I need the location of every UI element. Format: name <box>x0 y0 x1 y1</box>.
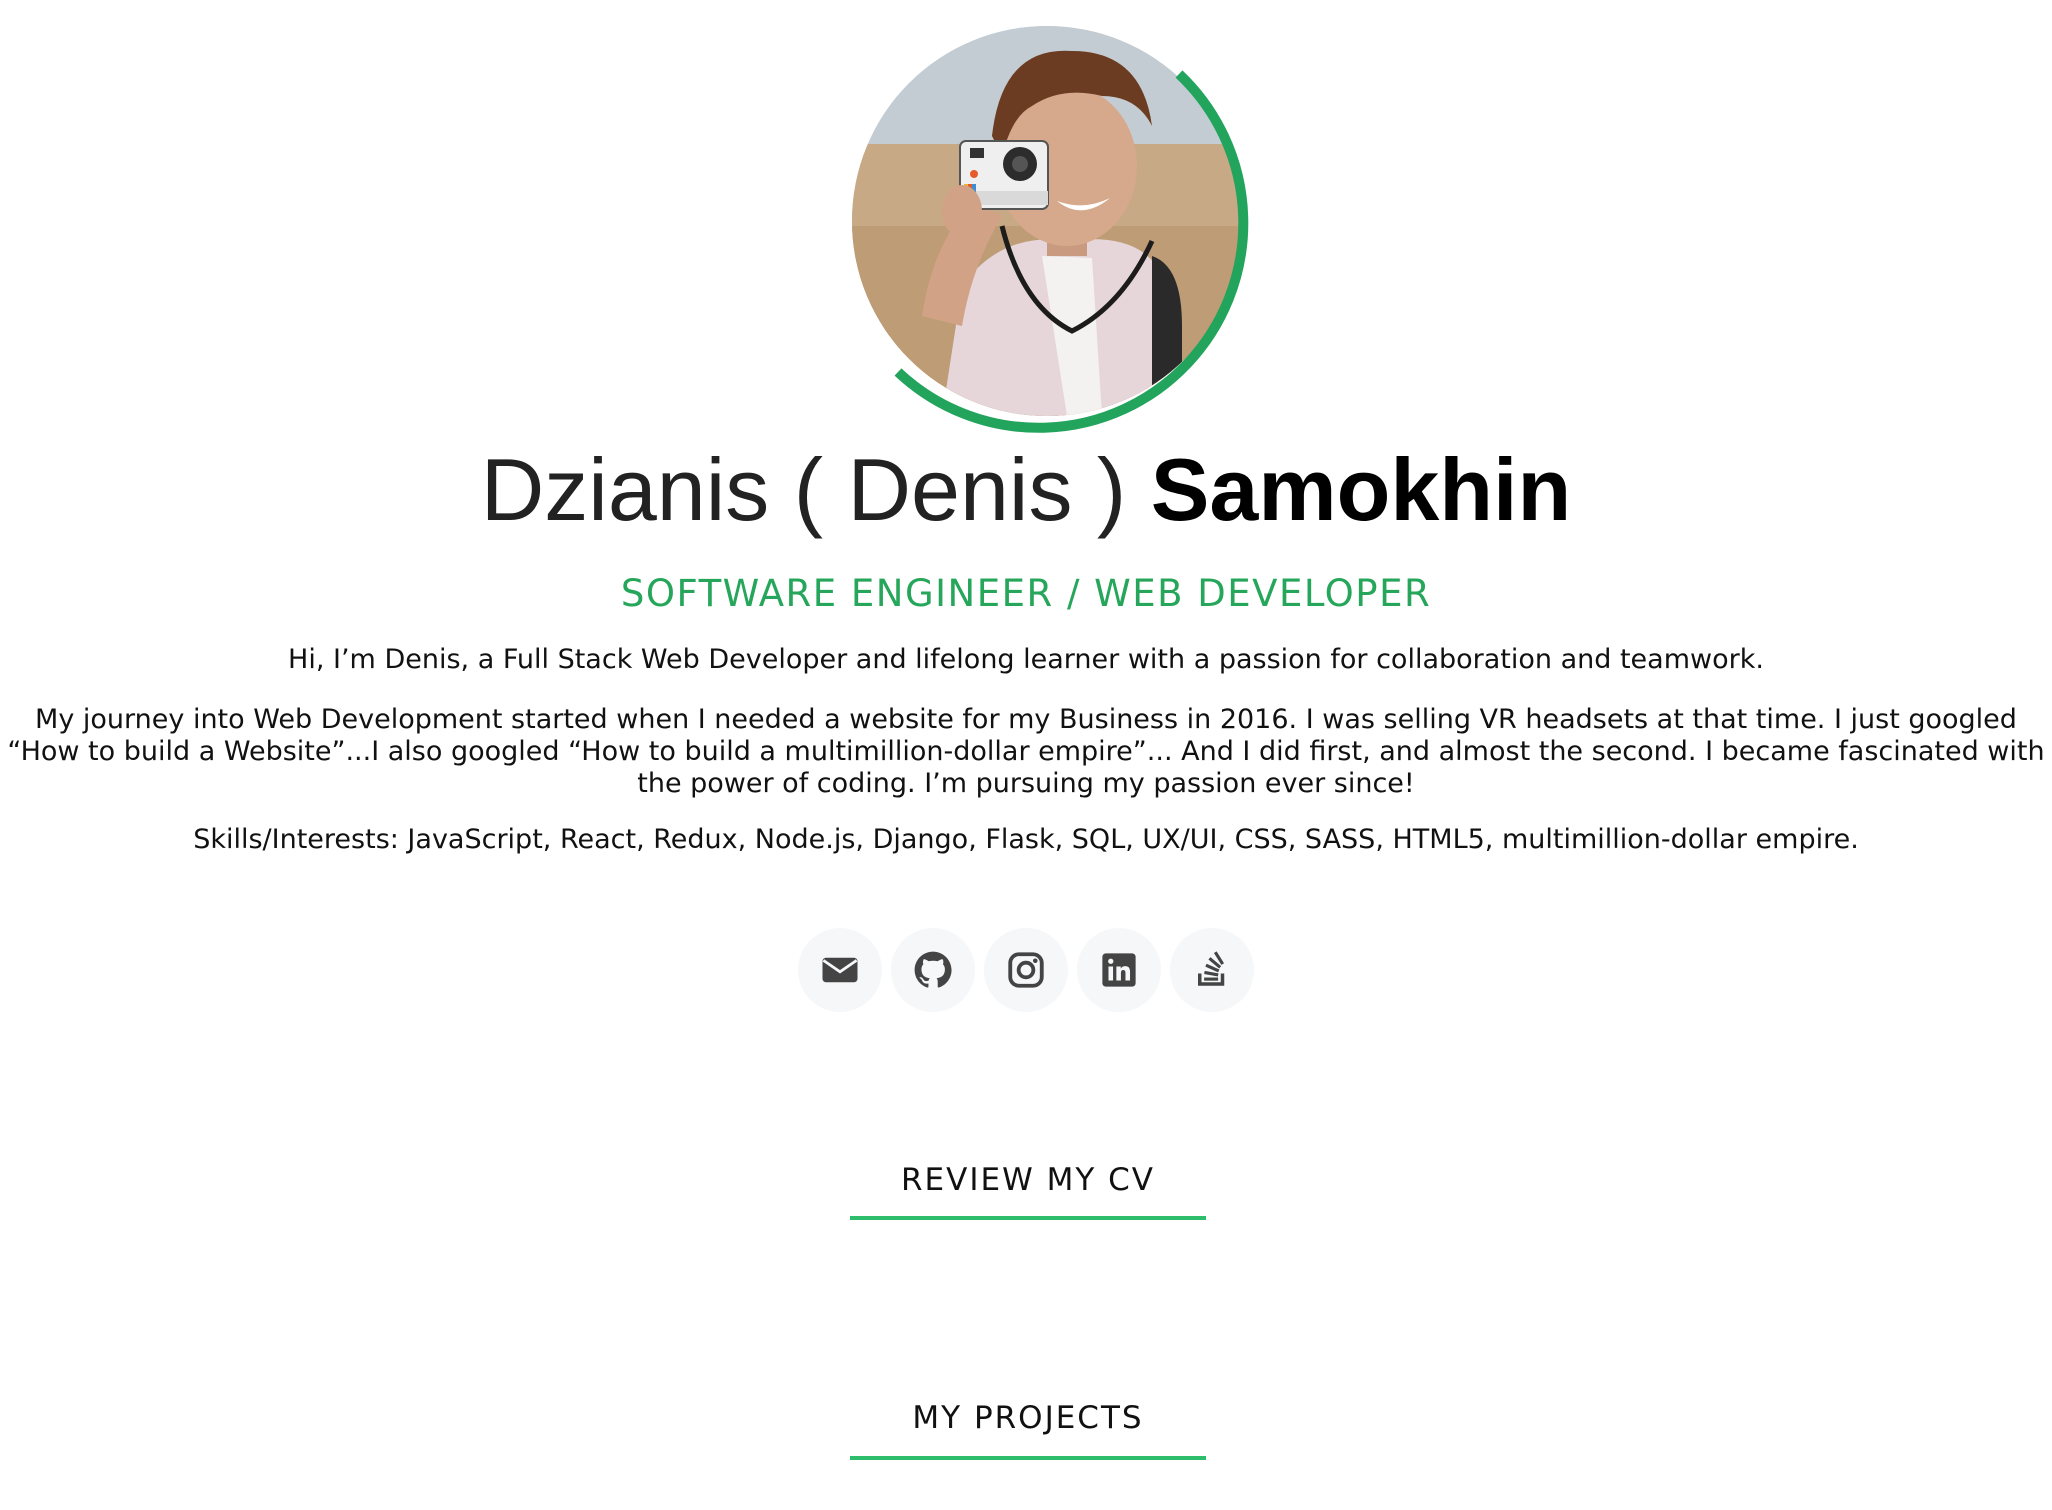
github-icon <box>914 951 952 988</box>
stackoverflow-link[interactable] <box>1170 928 1254 1012</box>
bio-skills: Skills/Interests: JavaScript, React, Red… <box>193 824 1859 855</box>
email-link[interactable] <box>798 928 882 1012</box>
my-projects-link[interactable]: MY PROJECTS <box>850 1398 1206 1460</box>
my-projects-label: MY PROJECTS <box>912 1400 1144 1436</box>
name-first: Dzianis ( Denis ) <box>480 440 1127 539</box>
review-cv-link[interactable]: REVIEW MY CV <box>850 1160 1206 1220</box>
github-link[interactable] <box>891 928 975 1012</box>
stackoverflow-icon <box>1198 951 1225 986</box>
envelope-icon <box>822 957 858 983</box>
social-links <box>798 928 1254 1014</box>
my-projects-underline <box>850 1456 1206 1460</box>
profile-name: Dzianis ( Denis ) Samokhin <box>0 438 2052 542</box>
instagram-link[interactable] <box>984 928 1068 1012</box>
review-cv-underline <box>850 1216 1206 1220</box>
avatar-progress-arc <box>894 70 1249 433</box>
instagram-icon <box>1008 952 1044 988</box>
bio-intro: Hi, I’m Denis, a Full Stack Web Develope… <box>288 644 1764 675</box>
avatar <box>836 16 1258 438</box>
bio-journey: My journey into Web Development started … <box>7 704 2045 799</box>
linkedin-icon <box>1102 953 1136 987</box>
profile-role: SOFTWARE ENGINEER / WEB DEVELOPER <box>620 572 1432 615</box>
linkedin-link[interactable] <box>1077 928 1161 1012</box>
name-last: Samokhin <box>1150 440 1572 539</box>
review-cv-label: REVIEW MY CV <box>901 1162 1155 1198</box>
